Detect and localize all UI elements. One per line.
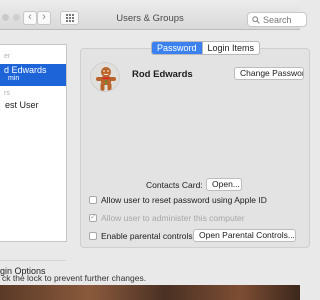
parental-controls-label: Enable parental controls <box>101 231 193 241</box>
administer-computer-option: ✓ Allow user to administer this computer <box>89 213 245 223</box>
users-sidebar: er d Edwards min rs est User gin Options <box>0 44 67 276</box>
tab-password[interactable]: Password <box>152 42 202 54</box>
search-icon <box>252 15 260 24</box>
contacts-card-label: Contacts Card: <box>146 180 203 190</box>
sidebar-user-role: min <box>8 75 20 82</box>
open-contacts-card-button[interactable]: Open... <box>206 178 242 191</box>
parental-controls-checkbox[interactable] <box>89 232 97 240</box>
open-parental-controls-button[interactable]: Open Parental Controls... <box>193 229 296 242</box>
sidebar-section-current-user: er <box>4 53 11 60</box>
avatar[interactable] <box>90 62 120 92</box>
change-password-button[interactable]: Change Password... <box>234 67 304 80</box>
reset-password-apple-id-option[interactable]: Allow user to reset password using Apple… <box>89 195 267 205</box>
reset-password-checkbox[interactable] <box>89 196 97 204</box>
sidebar-divider <box>0 260 66 261</box>
sidebar-user-name: d Edwards <box>4 65 47 75</box>
desktop-background <box>0 285 300 300</box>
reset-password-label: Allow user to reset password using Apple… <box>101 195 267 205</box>
lock-hint-text: ck the lock to prevent further changes. <box>2 273 147 283</box>
administer-label: Allow user to administer this computer <box>101 213 245 223</box>
administer-checkbox: ✓ <box>89 214 97 222</box>
search-input[interactable] <box>263 14 303 25</box>
tab-login-items[interactable]: Login Items <box>201 42 260 54</box>
sidebar-section-other-users: rs <box>4 90 10 97</box>
sidebar-item-guest-user[interactable]: est User <box>5 100 39 110</box>
title-bar: ‹ › Users & Groups <box>0 0 307 30</box>
search-field[interactable] <box>247 12 307 27</box>
tab-bar: Password Login Items <box>151 41 261 55</box>
parental-controls-option[interactable]: Enable parental controls <box>89 231 193 241</box>
sidebar-item-rod-edwards[interactable]: d Edwards min <box>0 64 66 86</box>
user-full-name: Rod Edwards <box>132 69 193 80</box>
